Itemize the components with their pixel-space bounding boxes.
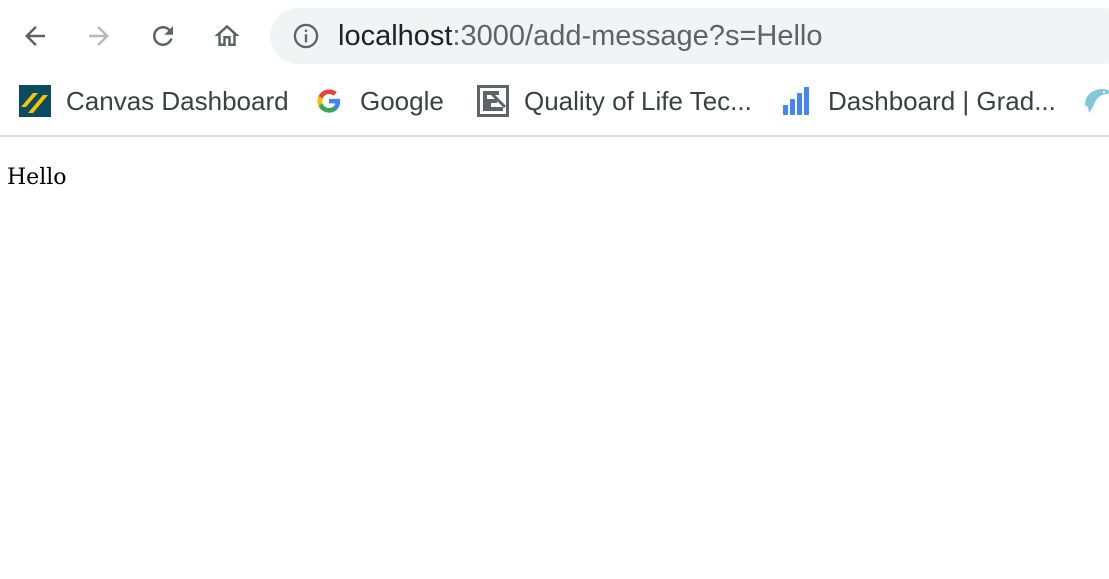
bookmark-label: Canvas Dashboard <box>66 85 289 116</box>
browser-chrome: localhost:3000/add-message?s=Hello Canva… <box>0 0 1109 137</box>
dolphin-icon <box>1080 84 1109 118</box>
bookmark-quality-of-life[interactable]: Quality of Life Tec... <box>476 76 752 126</box>
reload-button[interactable] <box>141 14 185 58</box>
bookmark-dashboard-grad[interactable]: Dashboard | Grad... <box>780 76 1056 126</box>
message-text: Hello <box>7 165 67 190</box>
bookmark-canvas-dashboard[interactable]: Canvas Dashboard <box>18 76 289 126</box>
address-bar[interactable]: localhost:3000/add-message?s=Hello <box>270 8 1109 64</box>
google-icon <box>312 84 346 118</box>
reload-icon <box>153 26 173 46</box>
bookmarks-bar: Canvas Dashboard Google Quality of Life … <box>0 76 1109 126</box>
url-path: :3000/add-message?s=Hello <box>452 20 823 52</box>
bookmark-label: Quality of Life Tec... <box>524 85 752 116</box>
arrow-left-icon <box>25 26 45 46</box>
bookmark-label: Google <box>360 85 444 116</box>
home-icon <box>214 24 240 46</box>
bar-chart-icon <box>780 84 814 118</box>
qol-icon <box>476 84 510 118</box>
info-icon[interactable] <box>292 22 320 50</box>
page-content: Hello <box>0 137 1109 579</box>
bookmark-dolphin[interactable] <box>1080 76 1109 126</box>
canvas-icon <box>18 84 52 118</box>
bookmark-google[interactable]: Google <box>312 76 444 126</box>
home-button[interactable] <box>205 14 249 58</box>
bookmark-label: Dashboard | Grad... <box>828 85 1056 116</box>
forward-button[interactable] <box>77 14 121 58</box>
url-host: localhost <box>338 20 453 52</box>
arrow-right-icon <box>89 26 109 46</box>
url-text[interactable]: localhost:3000/add-message?s=Hello <box>338 8 822 64</box>
back-button[interactable] <box>13 14 57 58</box>
